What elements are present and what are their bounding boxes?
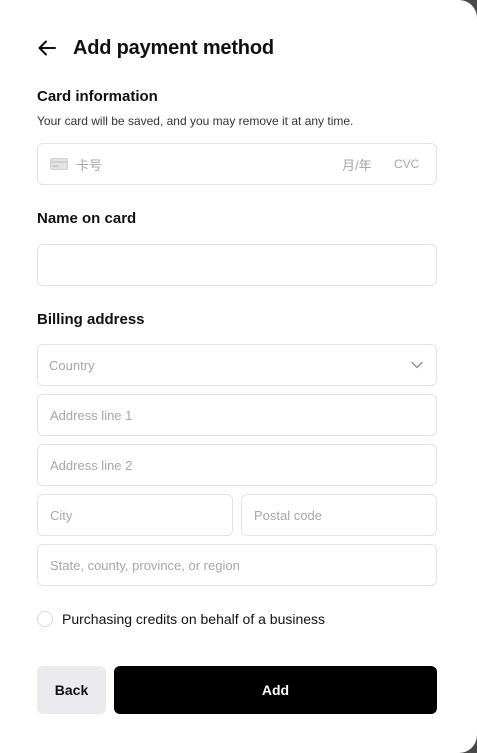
- billing-address-label: Billing address: [37, 311, 145, 328]
- state-placeholder: State, county, province, or region: [50, 557, 240, 573]
- address-line-1-input[interactable]: Address line 1: [37, 394, 437, 436]
- add-button[interactable]: Add: [114, 666, 437, 714]
- card-input-group[interactable]: 卡号 月/年 CVC: [37, 143, 437, 185]
- address-line-2-placeholder: Address line 2: [50, 457, 133, 473]
- card-expiry-input[interactable]: 月/年: [342, 155, 394, 174]
- postal-code-input[interactable]: Postal code: [241, 494, 437, 536]
- card-cvc-input[interactable]: CVC: [394, 157, 436, 171]
- card-number-input[interactable]: 卡号: [76, 155, 342, 174]
- city-input[interactable]: City: [37, 494, 233, 536]
- business-purchase-checkbox[interactable]: [37, 611, 53, 627]
- arrow-left-icon[interactable]: [37, 38, 57, 58]
- name-on-card-label: Name on card: [37, 210, 137, 227]
- dialog-header: Add payment method: [37, 34, 274, 62]
- business-purchase-option[interactable]: Purchasing credits on behalf of a busine…: [37, 608, 325, 630]
- address-line-2-input[interactable]: Address line 2: [37, 444, 437, 486]
- credit-card-icon: [50, 158, 68, 170]
- chevron-down-icon: [410, 358, 424, 372]
- address-line-1-placeholder: Address line 1: [50, 407, 133, 423]
- back-button[interactable]: Back: [37, 666, 106, 714]
- country-select[interactable]: Country: [37, 344, 437, 386]
- card-information-subtext: Your card will be saved, and you may rem…: [37, 114, 354, 128]
- add-payment-method-dialog: Add payment method Card information Your…: [0, 0, 477, 753]
- page-title: Add payment method: [73, 36, 274, 59]
- country-placeholder: Country: [49, 357, 95, 373]
- card-information-label: Card information: [37, 88, 158, 105]
- postal-code-placeholder: Postal code: [254, 507, 322, 523]
- state-input[interactable]: State, county, province, or region: [37, 544, 437, 586]
- business-purchase-label: Purchasing credits on behalf of a busine…: [62, 611, 326, 627]
- city-placeholder: City: [50, 507, 73, 523]
- name-on-card-input[interactable]: [37, 244, 437, 286]
